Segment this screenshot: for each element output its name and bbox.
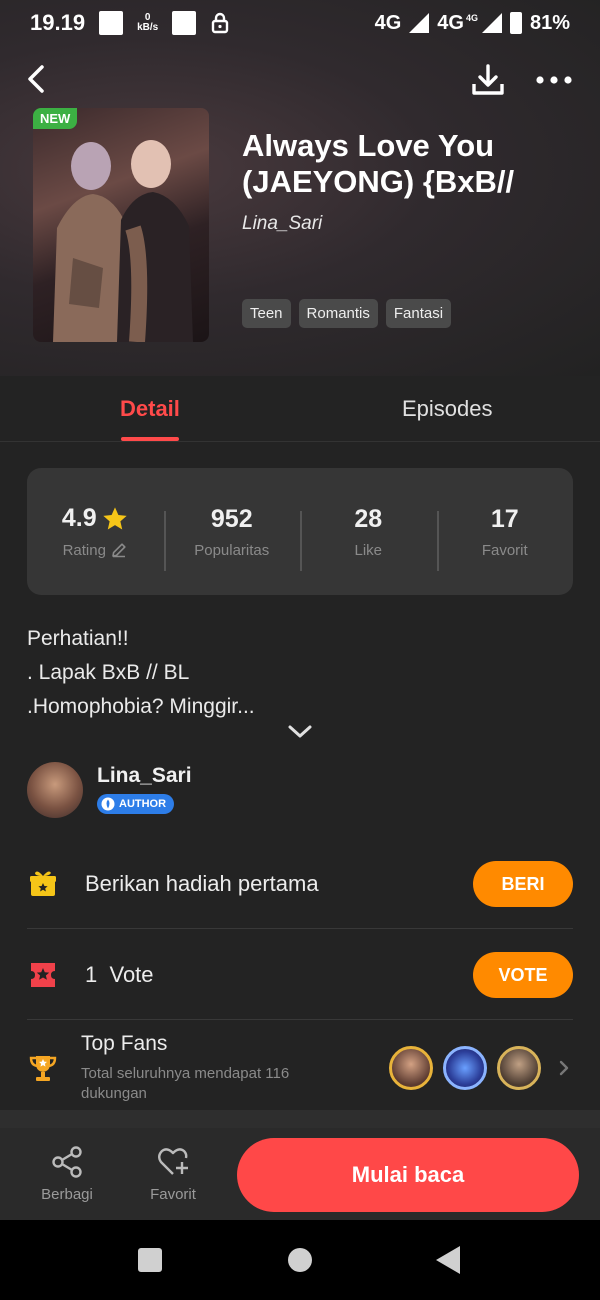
share-icon [52, 1146, 82, 1178]
share-button[interactable]: Berbagi [22, 1144, 112, 1203]
cover-illustration [53, 140, 193, 342]
notification-icon [172, 11, 197, 35]
tab-episodes[interactable]: Episodes [402, 396, 493, 422]
book-cover[interactable]: NEW [33, 108, 209, 342]
stats-card: 4.9 Rating 952 Popularitas 28 Like 17 Fa… [27, 468, 573, 595]
system-back-icon[interactable] [436, 1246, 460, 1274]
book-author-link[interactable]: Lina_Sari [242, 213, 322, 235]
book-description: Perhatian!! . Lapak BxB // BL .Homophobi… [27, 622, 255, 724]
stat-like: 28 Like [300, 504, 437, 571]
stat-popularity: 952 Popularitas [163, 504, 301, 571]
author-badge-label: AUTHOR [119, 798, 167, 810]
net-speed-unit: kB/s [137, 22, 159, 33]
lock-icon [211, 12, 229, 34]
popularity-value: 952 [210, 504, 253, 533]
pencil-icon[interactable] [110, 541, 128, 559]
home-icon[interactable] [288, 1248, 312, 1272]
recents-icon[interactable] [138, 1248, 162, 1272]
top-fans-avatars [389, 1046, 541, 1090]
tab-bar: Detail Episodes [0, 376, 600, 442]
genre-tags: Teen Romantis Fantasi [242, 299, 452, 328]
favorite-label: Favorit [481, 541, 528, 559]
status-bar: 19.19 0 kB/s 4G 4G 4G 81% [0, 0, 600, 46]
more-options-icon[interactable] [534, 62, 574, 98]
divider [27, 928, 573, 929]
book-header: 19.19 0 kB/s 4G 4G 4G 81% NEW Always Lov… [0, 0, 600, 376]
new-badge: NEW [33, 108, 78, 129]
chevron-right-icon [559, 1060, 569, 1076]
author-name: Lina_Sari [97, 764, 192, 787]
trophy-icon [29, 1056, 57, 1081]
vote-ticket-icon [31, 963, 55, 987]
vote-count-label: Vote [109, 962, 154, 987]
fan-avatar [389, 1046, 433, 1090]
gift-icon [30, 871, 56, 896]
gift-prompt: Berikan hadiah pertama [85, 871, 319, 896]
favorite-button[interactable]: Favorit [128, 1144, 218, 1203]
tab-detail[interactable]: Detail [120, 396, 180, 422]
notification-icon [99, 11, 124, 35]
signal-icon [481, 13, 502, 33]
heart-add-icon [158, 1148, 188, 1175]
gift-row: Berikan hadiah pertama BERI [27, 860, 573, 908]
description-line: .Homophobia? Minggir... [27, 695, 255, 718]
share-label: Berbagi [41, 1186, 93, 1203]
fan-avatar [497, 1046, 541, 1090]
rating-label: Rating [62, 541, 106, 559]
top-navigation [22, 58, 578, 102]
give-gift-button[interactable]: BERI [473, 861, 573, 907]
tag-teen[interactable]: Teen [242, 299, 291, 328]
like-label: Like [354, 541, 383, 559]
popularity-label: Popularitas [194, 541, 270, 559]
author-badge: AUTHOR [97, 794, 175, 814]
top-fans-title: Top Fans [81, 1032, 168, 1055]
quill-icon [101, 797, 115, 811]
top-fans-subtitle: Total seluruhnya mendapat 116 dukungan [81, 1065, 290, 1102]
like-value: 28 [354, 504, 383, 533]
book-title: Always Love You (JAEYONG) {BxB// [242, 128, 515, 199]
signal-icon [409, 13, 430, 33]
battery-icon [509, 12, 522, 34]
bottom-action-bar: Berbagi Favorit Mulai baca [0, 1128, 600, 1220]
battery-level: 81% [529, 11, 570, 34]
stat-rating[interactable]: 4.9 Rating [27, 504, 164, 559]
author-card[interactable]: Lina_Sari AUTHOR [27, 762, 192, 818]
favorite-label: Favorit [150, 1186, 196, 1203]
tag-fantasi[interactable]: Fantasi [385, 299, 452, 328]
vote-count: 1 Vote [85, 962, 154, 988]
rating-value: 4.9 [61, 504, 97, 532]
vote-button[interactable]: VOTE [473, 952, 573, 998]
top-fans-row[interactable]: Top Fans Total seluruhnya mendapat 116 d… [27, 1026, 573, 1110]
back-arrow-icon[interactable] [22, 64, 52, 94]
divider [27, 1019, 573, 1020]
clock: 19.19 [30, 10, 86, 35]
favorite-value: 17 [490, 504, 519, 533]
download-icon[interactable] [470, 62, 506, 98]
network-label: 4G [437, 11, 464, 34]
star-icon [102, 506, 127, 529]
fan-avatar [443, 1046, 487, 1090]
system-navigation-bar [0, 1220, 600, 1300]
tag-romantis[interactable]: Romantis [298, 299, 378, 328]
network-label: 4G [374, 11, 402, 34]
section-separator [0, 1110, 600, 1128]
active-tab-indicator [121, 437, 179, 441]
vote-row: 1 Vote VOTE [27, 951, 573, 999]
network-sublabel: 4G [465, 13, 478, 23]
avatar [27, 762, 83, 818]
net-speed: 0 kB/s [137, 13, 158, 33]
stat-favorite: 17 Favorit [436, 504, 574, 571]
description-line: . Lapak BxB // BL [27, 661, 190, 684]
start-reading-button[interactable]: Mulai baca [237, 1138, 579, 1212]
description-line: Perhatian!! [27, 627, 129, 650]
vote-count-value: 1 [85, 962, 98, 987]
chevron-down-icon[interactable] [286, 722, 314, 742]
